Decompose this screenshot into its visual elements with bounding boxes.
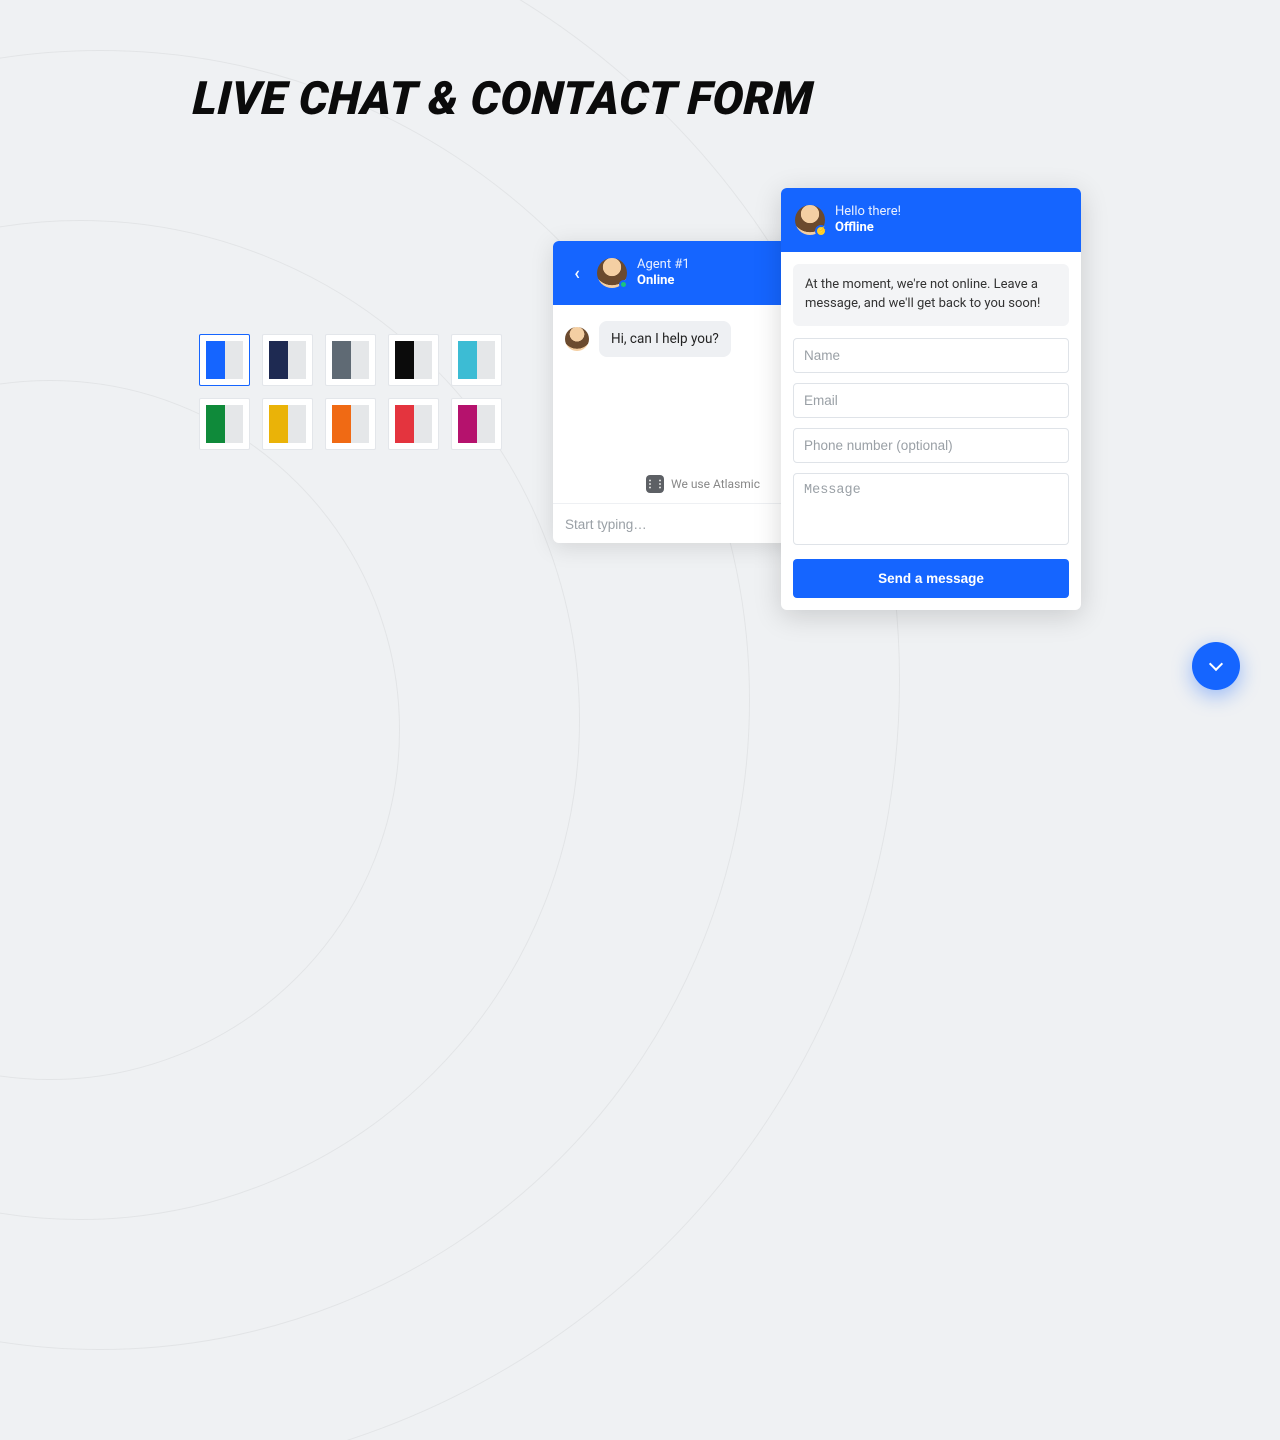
agent-name: Agent #1 [637, 257, 690, 273]
color-swatch[interactable] [388, 334, 439, 386]
chat-message: Hi, can I help you? [599, 321, 731, 357]
contact-greeting: Hello there! [835, 204, 901, 220]
contact-header: ⚡ Hello there! Offline [781, 188, 1081, 252]
back-icon[interactable]: ‹ [567, 263, 587, 284]
offline-notice: At the moment, we're not online. Leave a… [793, 264, 1069, 326]
chevron-down-icon [1209, 657, 1223, 671]
phone-field[interactable] [793, 428, 1069, 463]
color-swatch[interactable] [388, 398, 439, 450]
page-title: LIVE CHAT & CONTACT FORM [192, 72, 815, 126]
presence-away-icon: ⚡ [815, 225, 827, 237]
color-swatch[interactable] [199, 398, 250, 450]
contact-status: Offline [835, 220, 901, 236]
atlasmic-logo-icon: ⋮⋮ [646, 475, 664, 493]
color-palette [199, 334, 502, 450]
message-avatar [565, 327, 589, 351]
send-button[interactable]: Send a message [793, 559, 1069, 598]
email-field[interactable] [793, 383, 1069, 418]
color-swatch[interactable] [199, 334, 250, 386]
color-swatch[interactable] [325, 334, 376, 386]
contact-header-text: Hello there! Offline [835, 204, 901, 237]
color-swatch[interactable] [451, 398, 502, 450]
chat-header-text: Agent #1 Online [637, 257, 690, 290]
contact-body: At the moment, we're not online. Leave a… [781, 252, 1081, 610]
name-field[interactable] [793, 338, 1069, 373]
color-swatch[interactable] [451, 334, 502, 386]
chat-toggle-fab[interactable] [1192, 642, 1240, 690]
agent-status: Online [637, 273, 690, 289]
color-swatch[interactable] [262, 398, 313, 450]
powered-by-label: We use Atlasmic [671, 477, 760, 491]
color-swatch[interactable] [325, 398, 376, 450]
message-field[interactable] [793, 473, 1069, 545]
contact-avatar: ⚡ [795, 205, 825, 235]
contact-widget: ⚡ Hello there! Offline At the moment, we… [781, 188, 1081, 610]
color-swatch[interactable] [262, 334, 313, 386]
agent-avatar [597, 258, 627, 288]
presence-online-icon [619, 280, 628, 289]
